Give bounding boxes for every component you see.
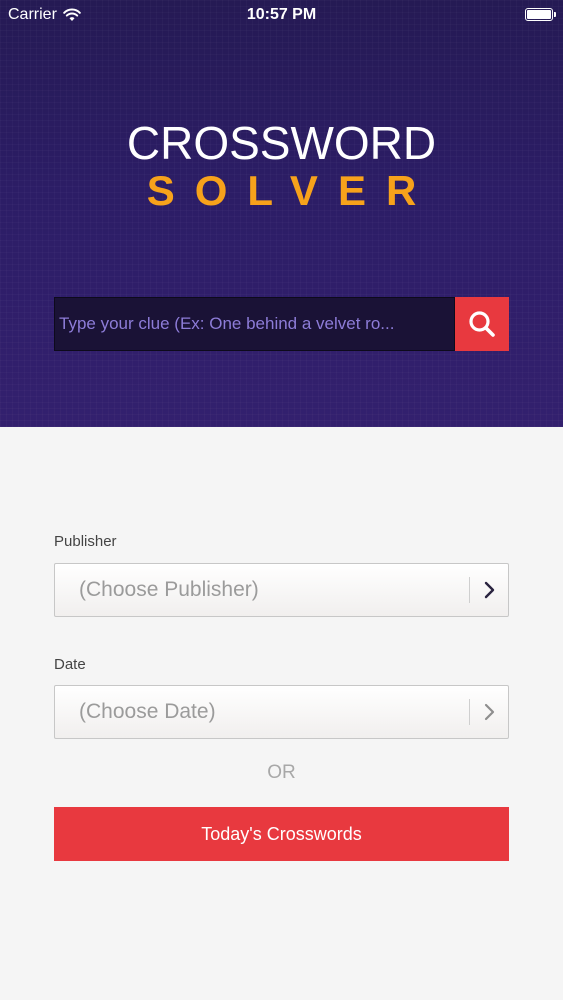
- chevron-right-icon: [470, 703, 508, 721]
- browse-section: Publisher (Choose Publisher) Date (Choos…: [0, 427, 563, 1000]
- logo-line-solver: SOLVER: [146, 167, 437, 214]
- status-time: 10:57 PM: [246, 6, 317, 23]
- or-separator: OR: [267, 762, 296, 783]
- todays-crosswords-button[interactable]: Today's Crosswords: [54, 807, 509, 861]
- app-logo: CROSSWORD SOLVER: [0, 118, 563, 214]
- battery-icon: [525, 8, 556, 21]
- publisher-picker[interactable]: (Choose Publisher): [54, 563, 509, 617]
- logo-line-crossword: CROSSWORD: [126, 117, 437, 169]
- date-picker-value: (Choose Date): [79, 700, 216, 723]
- status-bar: Carrier 10:57 PM: [0, 0, 563, 30]
- clue-search-input[interactable]: [55, 298, 454, 350]
- chevron-right-icon: [470, 581, 508, 599]
- hero-header: Carrier 10:57 PM CROSSWORD SOLVER: [0, 0, 563, 427]
- search-icon: [469, 311, 495, 337]
- publisher-picker-value: (Choose Publisher): [79, 578, 259, 601]
- clue-search-box: [54, 297, 455, 351]
- search-button[interactable]: [455, 297, 509, 351]
- publisher-label: Publisher: [54, 533, 117, 550]
- date-picker[interactable]: (Choose Date): [54, 685, 509, 739]
- date-label: Date: [54, 656, 86, 673]
